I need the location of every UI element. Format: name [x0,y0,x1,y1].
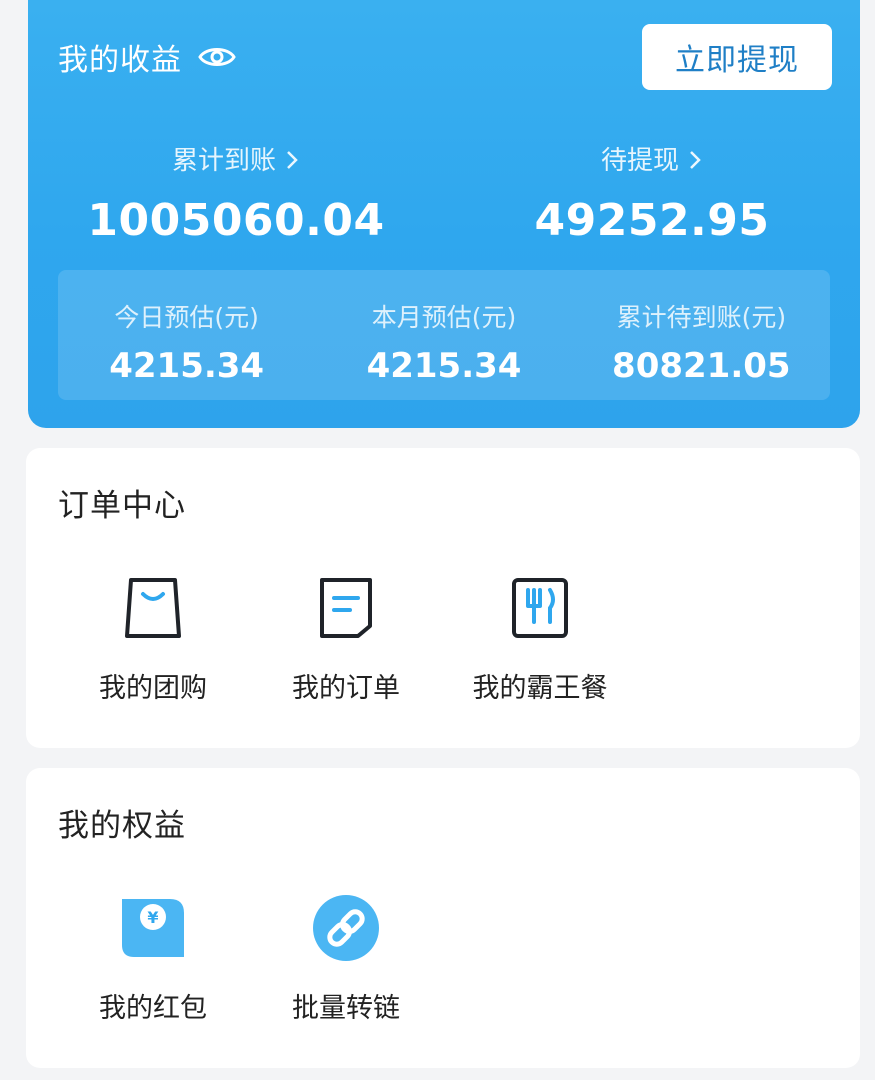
estimate-label: 本月预估(元) [371,303,517,332]
shopping-bag-icon [119,574,187,642]
item-label: 我的红包 [99,993,207,1024]
estimate-pending-total: 累计待到账(元) 80821.05 [573,270,830,400]
cumulative-received-label: 累计到账 [171,146,276,176]
earnings-summary: 累计到账 1005060.04 待提现 49252.95 [28,140,860,246]
cumulative-received[interactable]: 累计到账 1005060.04 [28,140,444,246]
earnings-header: 我的收益 [58,35,236,79]
item-label: 批量转链 [292,993,400,1024]
link-icon [312,894,380,962]
estimate-today: 今日预估(元) 4215.34 [58,270,315,400]
estimate-value: 4215.34 [366,346,522,386]
my-red-packet-item[interactable]: ¥ 我的红包 [63,894,243,1025]
pending-withdrawal-label: 待提现 [600,146,679,176]
item-label: 我的霸王餐 [472,673,608,704]
estimate-panel: 今日预估(元) 4215.34 本月预估(元) 4215.34 累计待到账(元)… [58,270,830,400]
page: 我的收益 立即提现 累计到账 1005060.04 待提现 49252.95 今… [0,0,875,1080]
earnings-card: 我的收益 立即提现 累计到账 1005060.04 待提现 49252.95 今… [28,0,860,428]
cumulative-received-link[interactable]: 累计到账 [172,140,300,177]
section-title: 我的权益 [58,808,186,844]
svg-text:¥: ¥ [147,908,158,927]
pending-withdrawal-link[interactable]: 待提现 [601,140,703,177]
estimate-label: 今日预估(元) [114,303,259,332]
red-packet-icon: ¥ [119,894,187,962]
estimate-value: 80821.05 [612,346,791,386]
my-free-meal-item[interactable]: 我的霸王餐 [450,574,630,705]
pending-withdrawal[interactable]: 待提现 49252.95 [444,140,860,246]
utensils-icon [506,574,574,642]
estimate-value: 4215.34 [109,346,265,386]
chevron-right-icon [687,148,703,170]
earnings-title: 我的收益 [58,43,182,78]
my-rights-section: 我的权益 ¥ 我的红包 批量转链 [26,768,860,1068]
order-list-icon [312,574,380,642]
estimate-label: 累计待到账(元) [616,303,787,332]
order-center-section: 订单中心 我的团购 我的订单 我的霸王餐 [26,448,860,748]
section-title: 订单中心 [58,488,186,524]
estimate-month: 本月预估(元) 4215.34 [315,270,572,400]
batch-link-convert-item[interactable]: 批量转链 [256,894,436,1025]
eye-icon[interactable] [198,44,236,70]
cumulative-received-value: 1005060.04 [87,195,385,246]
my-group-buy-item[interactable]: 我的团购 [63,574,243,705]
pending-withdrawal-value: 49252.95 [534,195,770,246]
chevron-right-icon [284,148,300,170]
withdraw-button[interactable]: 立即提现 [642,24,832,90]
item-label: 我的团购 [99,673,207,704]
item-label: 我的订单 [292,673,400,704]
my-orders-item[interactable]: 我的订单 [256,574,436,705]
